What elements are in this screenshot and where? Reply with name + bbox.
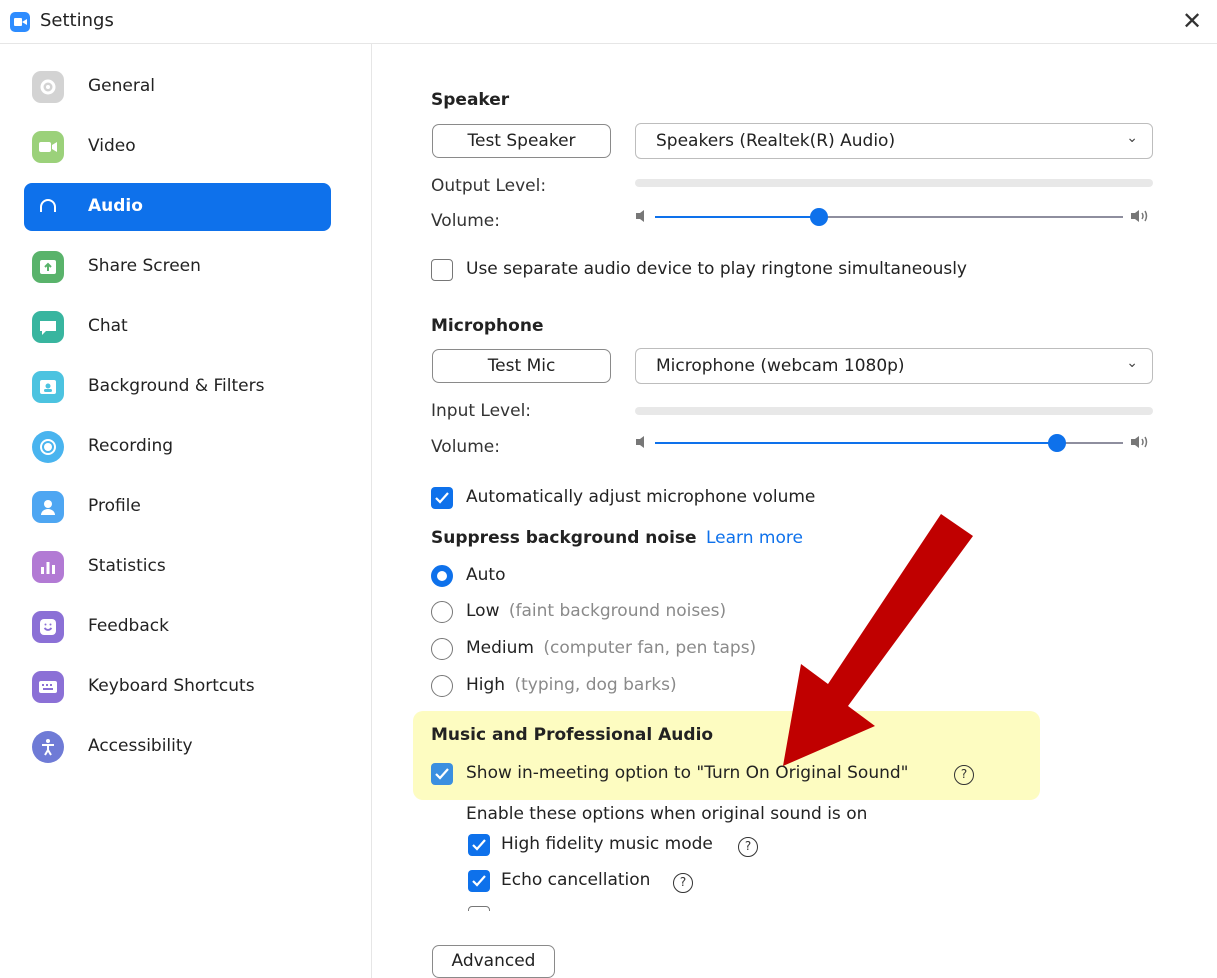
keyboard-icon: [32, 671, 64, 703]
speaker-device-select[interactable]: Speakers (Realtek(R) Audio) ⌄: [635, 123, 1153, 159]
suppress-option-label: Auto: [466, 565, 506, 585]
sidebar-item-profile[interactable]: Profile: [24, 483, 331, 531]
hifi-music-label: High fidelity music mode: [501, 834, 713, 854]
share-screen-icon: [32, 251, 64, 283]
original-sound-subheading: Enable these options when original sound…: [466, 804, 868, 824]
zoom-logo-icon: [10, 12, 30, 32]
sidebar-item-share-screen[interactable]: Share Screen: [24, 243, 331, 291]
title-bar: Settings ✕: [0, 0, 1217, 44]
input-level-label: Input Level:: [431, 401, 532, 421]
background-icon: [32, 371, 64, 403]
sidebar-item-background-filters[interactable]: Background & Filters: [24, 363, 331, 411]
chevron-down-icon: ⌄: [1126, 355, 1138, 371]
advanced-button[interactable]: Advanced: [432, 945, 555, 978]
headphones-icon: [32, 191, 64, 223]
speaker-device-value: Speakers (Realtek(R) Audio): [656, 131, 896, 151]
window-title: Settings: [40, 10, 114, 31]
sidebar-item-label: Profile: [88, 496, 141, 516]
help-icon[interactable]: ?: [673, 873, 693, 893]
sidebar-item-label: Recording: [88, 436, 174, 456]
sidebar-item-label: Audio: [88, 196, 143, 216]
sidebar-item-statistics[interactable]: Statistics: [24, 543, 331, 591]
close-button[interactable]: ✕: [1179, 8, 1205, 34]
sidebar-item-label: Keyboard Shortcuts: [88, 676, 255, 696]
sidebar-item-general[interactable]: General: [24, 63, 331, 111]
hifi-music-checkbox[interactable]: [468, 834, 490, 856]
suppress-option-label: High: [466, 675, 506, 695]
annotation-arrow-icon: [783, 514, 973, 766]
microphone-device-value: Microphone (webcam 1080p): [656, 356, 905, 376]
sidebar-item-keyboard-shortcuts[interactable]: Keyboard Shortcuts: [24, 663, 331, 711]
microphone-device-select[interactable]: Microphone (webcam 1080p) ⌄: [635, 348, 1153, 384]
speaker-heading: Speaker: [431, 90, 510, 110]
chevron-down-icon: ⌄: [1126, 130, 1138, 146]
suppress-low-row: Low (faint background noises): [466, 601, 726, 621]
microphone-heading: Microphone: [431, 316, 544, 336]
input-level-meter: [635, 407, 1153, 415]
suppress-noise-heading-row: Suppress background noise Learn more: [431, 528, 803, 548]
output-level-meter: [635, 179, 1153, 187]
clipped-checkbox-row: [468, 906, 492, 911]
mic-volume-low-icon: [633, 433, 651, 451]
sidebar: General Video Audio Share Screen Chat Ba…: [0, 44, 372, 978]
suppress-medium-row: Medium (computer fan, pen taps): [466, 638, 756, 658]
suppress-high-row: High (typing, dog barks): [466, 675, 677, 695]
test-mic-button[interactable]: Test Mic: [432, 349, 611, 383]
ringtone-checkbox[interactable]: [431, 259, 453, 281]
sidebar-item-recording[interactable]: Recording: [24, 423, 331, 471]
suppress-noise-heading: Suppress background noise: [431, 528, 697, 548]
sidebar-item-feedback[interactable]: Feedback: [24, 603, 331, 651]
speaker-volume-label: Volume:: [431, 211, 500, 231]
speaker-volume-high-icon: [1129, 207, 1153, 225]
speaker-volume-slider[interactable]: [655, 207, 1123, 227]
test-speaker-button[interactable]: Test Speaker: [432, 124, 611, 158]
speaker-volume-low-icon: [633, 207, 651, 225]
suppress-auto-radio[interactable]: [431, 565, 453, 587]
echo-cancellation-label: Echo cancellation: [501, 870, 651, 890]
music-audio-heading: Music and Professional Audio: [431, 725, 714, 745]
suppress-option-label: Medium: [466, 638, 534, 658]
output-level-label: Output Level:: [431, 176, 547, 196]
suppress-option-hint: (faint background noises): [508, 601, 727, 621]
sidebar-item-label: Chat: [88, 316, 128, 336]
ringtone-label: Use separate audio device to play ringto…: [466, 259, 967, 279]
chat-bubble-icon: [32, 311, 64, 343]
sidebar-item-chat[interactable]: Chat: [24, 303, 331, 351]
microphone-volume-slider[interactable]: [655, 433, 1123, 453]
sidebar-item-label: Accessibility: [88, 736, 193, 756]
help-icon[interactable]: ?: [738, 837, 758, 857]
gear-icon: [32, 71, 64, 103]
suppress-medium-radio[interactable]: [431, 638, 453, 660]
suppress-option-label: Low: [466, 601, 500, 621]
sidebar-item-audio[interactable]: Audio: [24, 183, 331, 231]
auto-adjust-checkbox[interactable]: [431, 487, 453, 509]
speaker-volume-thumb[interactable]: [810, 208, 828, 226]
suppress-option-hint: (computer fan, pen taps): [543, 638, 757, 658]
suppress-high-radio[interactable]: [431, 675, 453, 697]
sidebar-item-label: Background & Filters: [88, 376, 265, 396]
bar-chart-icon: [32, 551, 64, 583]
echo-cancellation-checkbox[interactable]: [468, 870, 490, 892]
sidebar-item-accessibility[interactable]: Accessibility: [24, 723, 331, 771]
microphone-volume-thumb[interactable]: [1048, 434, 1066, 452]
sidebar-item-label: Video: [88, 136, 136, 156]
sidebar-item-label: Feedback: [88, 616, 169, 636]
video-camera-icon: [32, 131, 64, 163]
user-icon: [32, 491, 64, 523]
record-icon: [32, 431, 64, 463]
accessibility-icon: [32, 731, 64, 763]
sidebar-item-label: General: [88, 76, 155, 96]
audio-settings-panel: Speaker Test Speaker Speakers (Realtek(R…: [373, 44, 1217, 978]
suppress-low-radio[interactable]: [431, 601, 453, 623]
smile-icon: [32, 611, 64, 643]
microphone-volume-label: Volume:: [431, 437, 500, 457]
sidebar-item-video[interactable]: Video: [24, 123, 331, 171]
suppress-option-hint: (typing, dog barks): [514, 675, 677, 695]
original-sound-checkbox[interactable]: [431, 763, 453, 785]
sidebar-item-label: Share Screen: [88, 256, 201, 276]
mic-volume-high-icon: [1129, 433, 1153, 451]
sidebar-item-label: Statistics: [88, 556, 166, 576]
